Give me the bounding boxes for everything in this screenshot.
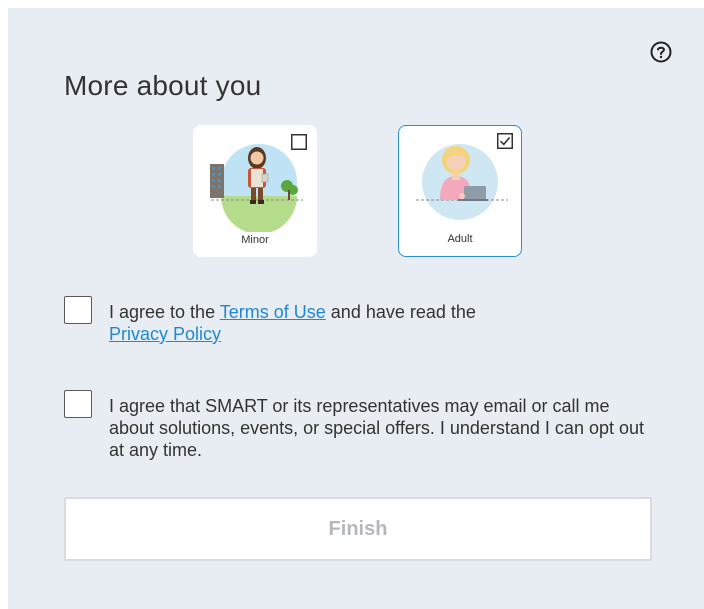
marketing-text: I agree that SMART or its representative… — [109, 396, 644, 460]
finish-button[interactable]: Finish — [64, 497, 652, 561]
minor-illustration — [210, 144, 303, 232]
terms-prefix: I agree to the — [109, 302, 220, 322]
age-option-minor[interactable]: Minor — [193, 125, 317, 257]
question-circle-icon — [650, 41, 672, 63]
marketing-checkbox[interactable] — [64, 390, 92, 418]
terms-text: I agree to the Terms of Use and have rea… — [109, 301, 649, 345]
adult-illustration — [416, 144, 508, 220]
terms-agreement: I agree to the Terms of Use and have rea… — [64, 296, 624, 356]
age-option-label: Minor — [241, 234, 269, 246]
page-title: More about you — [64, 70, 262, 101]
help-button[interactable] — [650, 41, 672, 63]
terms-of-use-link[interactable]: Terms of Use — [220, 302, 326, 322]
terms-middle: and have read the — [325, 302, 476, 322]
age-option-adult[interactable]: Adult — [398, 125, 522, 257]
privacy-policy-link[interactable]: Privacy Policy — [109, 324, 221, 344]
marketing-agreement: I agree that SMART or its representative… — [64, 390, 644, 470]
terms-checkbox[interactable] — [64, 296, 92, 324]
age-option-label: Adult — [447, 233, 473, 245]
